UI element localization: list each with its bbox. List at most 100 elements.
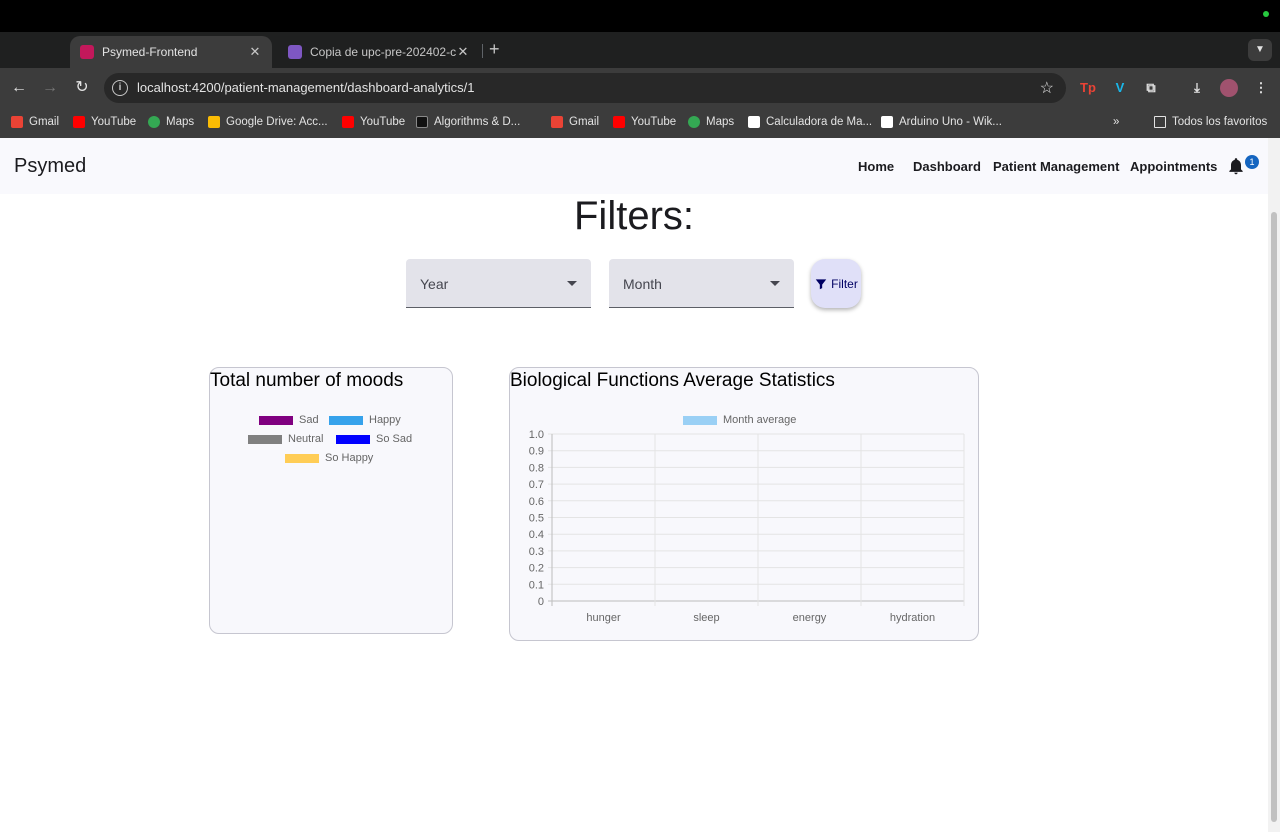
- bookmark-item[interactable]: Google Drive: Acc...: [208, 116, 328, 128]
- browser-toolbar: ← → ↻ i localhost:4200/patient-managemen…: [0, 68, 1280, 108]
- y-tick-label: 0: [538, 596, 544, 608]
- filter-button-label: Filter: [831, 276, 858, 291]
- download-icon[interactable]: ⤓: [1188, 79, 1206, 97]
- bio-bar-chart: 0 0.1 0.2 0.3 0.4 0.5 0.6 0.7 0.8 0.9 1.0 hunger sle…: [529, 429, 965, 624]
- back-icon[interactable]: ←: [9, 78, 29, 98]
- browser-menu-icon[interactable]: ⋮: [1252, 79, 1270, 97]
- scrollbar-thumb[interactable]: [1271, 212, 1277, 822]
- bookmark-item[interactable]: Algorithms & D...: [416, 116, 520, 128]
- browser-tab-inactive[interactable]: Copia de upc-pre-202402-cc ✕: [278, 36, 480, 68]
- tp-extension-icon[interactable]: Tp: [1079, 79, 1097, 97]
- legend-item-sad[interactable]: Sad: [259, 414, 319, 426]
- y-tick-label: 0.3: [529, 546, 544, 558]
- y-tick-label: 0.1: [529, 579, 544, 591]
- app-page: Psymed Home Dashboard Patient Management…: [0, 138, 1268, 832]
- nav-patient-management[interactable]: Patient Management: [993, 159, 1119, 174]
- url-text[interactable]: localhost:4200/patient-management/dashbo…: [137, 80, 475, 95]
- address-bar[interactable]: i localhost:4200/patient-management/dash…: [104, 73, 1066, 103]
- month-select[interactable]: Month: [609, 259, 794, 308]
- reload-icon[interactable]: ↻: [72, 78, 92, 98]
- year-select-label: Year: [420, 276, 449, 292]
- all-bookmarks-folder[interactable]: Todos los favoritos: [1154, 116, 1267, 128]
- notification-bell-icon[interactable]: [1226, 156, 1246, 176]
- x-tick-label: sleep: [693, 612, 719, 624]
- browser-tab-active[interactable]: Psymed-Frontend ✕: [70, 36, 272, 68]
- wikipedia-icon: [881, 116, 893, 128]
- app-toolbar: Psymed Home Dashboard Patient Management…: [0, 138, 1268, 194]
- tab-title: Psymed-Frontend: [102, 45, 198, 59]
- bookmark-item[interactable]: Arduino Uno - Wik...: [881, 116, 1002, 128]
- filter-button[interactable]: Filter: [811, 259, 861, 308]
- year-select[interactable]: Year: [406, 259, 591, 308]
- window-top-strip: [0, 0, 1280, 32]
- status-dot: [1263, 11, 1269, 17]
- bookmark-item[interactable]: Gmail: [11, 116, 59, 128]
- forward-icon[interactable]: →: [40, 78, 60, 98]
- site-info-icon[interactable]: i: [112, 80, 128, 96]
- vimeo-extension-icon[interactable]: V: [1111, 79, 1129, 97]
- y-tick-label: 0.7: [529, 479, 544, 491]
- gmail-icon: [11, 116, 23, 128]
- angular-icon: [80, 45, 94, 59]
- nav-home[interactable]: Home: [858, 159, 894, 174]
- legend-swatch: [336, 434, 370, 444]
- bookmark-item[interactable]: YouTube: [613, 116, 676, 128]
- bio-stats-card: Biological Functions Average Statistics …: [509, 367, 979, 641]
- nav-dashboard[interactable]: Dashboard: [913, 159, 981, 174]
- bookmark-item[interactable]: Calculadora de Ma...: [748, 116, 872, 128]
- y-tick-label: 0.8: [529, 462, 544, 474]
- close-icon[interactable]: ✕: [248, 44, 262, 60]
- y-tick-label: 0.4: [529, 529, 544, 541]
- maps-icon: [688, 116, 700, 128]
- x-tick-label: hunger: [586, 612, 621, 624]
- bookmark-item[interactable]: Maps: [688, 116, 734, 128]
- filter-funnel-icon: [815, 278, 827, 289]
- y-tick-label: 0.6: [529, 496, 544, 508]
- legend-item-neutral[interactable]: Neutral: [248, 433, 323, 445]
- bookmark-star-icon[interactable]: ☆: [1040, 78, 1054, 98]
- notification-badge: 1: [1245, 155, 1259, 169]
- page-scrollbar[interactable]: [1268, 138, 1280, 832]
- legend-swatch: [248, 434, 282, 444]
- y-tick-label: 0.9: [529, 446, 544, 458]
- bookmark-item[interactable]: YouTube: [342, 116, 405, 128]
- canva-icon: [288, 45, 302, 59]
- legend-swatch: [285, 453, 319, 463]
- tab-search-chevron-icon[interactable]: ▼: [1248, 39, 1272, 61]
- dropdown-arrow-icon: [770, 281, 780, 286]
- youtube-icon: [342, 116, 354, 128]
- moods-card: Total number of moods Sad Happy Neutral …: [209, 367, 453, 634]
- legend-item-happy[interactable]: Happy: [329, 414, 401, 426]
- bookmarks-bar: Gmail YouTube Maps Google Drive: Acc... …: [0, 108, 1280, 138]
- legend-item-so-sad[interactable]: So Sad: [336, 433, 412, 445]
- y-tick-label: 1.0: [529, 429, 544, 441]
- legend-swatch: [329, 415, 363, 425]
- tab-title: Copia de upc-pre-202402-cc: [310, 45, 456, 59]
- youtube-icon: [613, 116, 625, 128]
- legend-swatch: [259, 415, 293, 425]
- browser-tab-bar: Psymed-Frontend ✕ Copia de upc-pre-20240…: [0, 32, 1280, 68]
- extensions-puzzle-icon[interactable]: ⧉: [1142, 79, 1160, 97]
- profile-avatar[interactable]: [1220, 79, 1238, 97]
- brand-title[interactable]: Psymed: [14, 155, 86, 178]
- bookmark-item[interactable]: YouTube: [73, 116, 136, 128]
- bookmark-item[interactable]: Maps: [148, 116, 194, 128]
- legend-item-so-happy[interactable]: So Happy: [285, 452, 373, 464]
- folder-icon: [1154, 116, 1166, 128]
- dropdown-arrow-icon: [567, 281, 577, 286]
- tab-separator: [482, 44, 483, 58]
- y-tick-label: 0.5: [529, 513, 544, 525]
- month-select-label: Month: [623, 276, 662, 292]
- close-icon[interactable]: ✕: [456, 44, 470, 60]
- new-tab-icon[interactable]: +: [489, 40, 500, 58]
- filters-heading: Filters:: [574, 194, 694, 238]
- more-bookmarks-chevron-icon[interactable]: »: [1113, 116, 1119, 128]
- youtube-icon: [73, 116, 85, 128]
- nav-appointments[interactable]: Appointments: [1130, 159, 1217, 174]
- bookmark-item[interactable]: Gmail: [551, 116, 599, 128]
- moods-card-title: Total number of moods: [210, 370, 404, 391]
- x-tick-label: hydration: [890, 612, 935, 624]
- y-tick-label: 0.2: [529, 563, 544, 575]
- maps-icon: [148, 116, 160, 128]
- gmail-icon: [551, 116, 563, 128]
